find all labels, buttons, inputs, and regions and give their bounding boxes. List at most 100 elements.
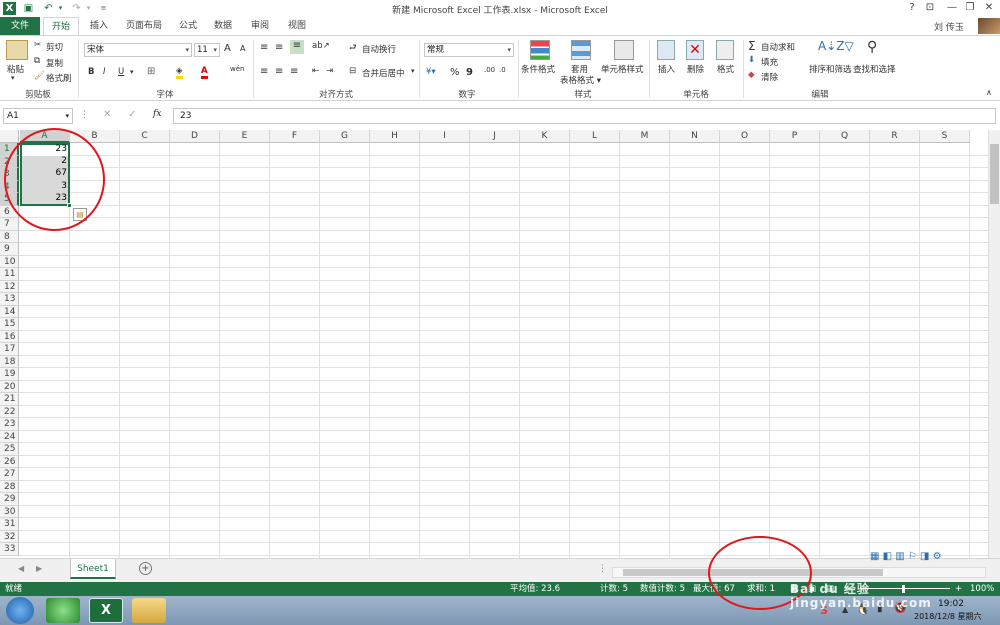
row-header-16[interactable]: 16 xyxy=(0,330,19,343)
font-size-combo[interactable]: 11 ▾ xyxy=(194,43,220,57)
row-header-26[interactable]: 26 xyxy=(0,455,19,468)
row-header-30[interactable]: 30 xyxy=(0,505,19,518)
merge-center-button[interactable]: 合并后居中 xyxy=(362,67,405,79)
worksheet-grid[interactable]: A B C D E F G H I J K L M N O P Q R S 1 2 3 4 5 6 7 8 9 10 11 12 13 14 15… xyxy=(0,130,988,558)
row-header-17[interactable]: 17 xyxy=(0,343,19,356)
select-all-corner[interactable] xyxy=(0,130,19,143)
column-header-l[interactable]: L xyxy=(570,130,620,143)
zoom-level[interactable]: 100% xyxy=(970,582,994,596)
column-header-i[interactable]: I xyxy=(420,130,470,143)
minimize-button[interactable]: — xyxy=(943,1,961,15)
underline-button[interactable]: U xyxy=(118,67,124,77)
insert-cells-icon[interactable] xyxy=(657,40,675,60)
restore-button[interactable]: ❐ xyxy=(961,1,979,15)
row-header-15[interactable]: 15 xyxy=(0,318,19,331)
comma-style-button[interactable]: 9 xyxy=(466,67,473,78)
paste-button[interactable]: 粘贴 xyxy=(7,63,24,75)
format-cells-icon[interactable] xyxy=(716,40,734,60)
column-header-j[interactable]: J xyxy=(470,130,520,143)
avatar[interactable] xyxy=(978,18,1000,34)
tab-file[interactable]: 文件 xyxy=(0,17,40,35)
collapse-ribbon-icon[interactable]: ∧ xyxy=(986,88,992,97)
copy-button[interactable]: 复制 xyxy=(46,57,63,69)
cut-button[interactable]: 剪切 xyxy=(46,41,63,53)
delete-cells-button[interactable]: 删除 xyxy=(687,63,704,75)
add-sheet-icon[interactable]: + xyxy=(139,562,152,575)
percent-button[interactable]: % xyxy=(450,67,460,78)
cell-styles-button[interactable]: 单元格样式 xyxy=(601,63,644,75)
merge-dropdown-icon[interactable]: ▾ xyxy=(411,67,415,75)
insert-function-button[interactable]: fx xyxy=(153,109,161,119)
align-right-icon[interactable]: ≡ xyxy=(290,66,298,77)
column-header-h[interactable]: H xyxy=(370,130,420,143)
number-format-combo[interactable]: 常规 ▾ xyxy=(424,43,514,57)
column-header-m[interactable]: M xyxy=(620,130,670,143)
fill-button[interactable]: 填充 xyxy=(761,56,778,68)
row-header-12[interactable]: 12 xyxy=(0,280,19,293)
font-color-icon[interactable]: A xyxy=(201,66,208,79)
column-header-c[interactable]: C xyxy=(120,130,170,143)
fill-color-icon[interactable]: ◈ xyxy=(176,66,183,79)
column-header-n[interactable]: N xyxy=(670,130,720,143)
insert-cells-button[interactable]: 插入 xyxy=(658,63,675,75)
row-header-14[interactable]: 14 xyxy=(0,305,19,318)
row-header-19[interactable]: 19 xyxy=(0,368,19,381)
delete-cells-icon[interactable]: ✕ xyxy=(686,40,704,60)
row-header-25[interactable]: 25 xyxy=(0,443,19,456)
align-middle-icon[interactable]: ≡ xyxy=(275,42,283,53)
align-bottom-icon[interactable]: ≡ xyxy=(290,40,304,54)
conditional-format-icon[interactable] xyxy=(530,40,550,60)
row-header-9[interactable]: 9 xyxy=(0,243,19,256)
close-button[interactable]: ✕ xyxy=(980,1,998,15)
font-name-combo[interactable]: 宋体 ▾ xyxy=(84,43,192,57)
name-box[interactable]: A1 ▾ xyxy=(3,108,73,124)
splitter-icon[interactable]: ⋮ xyxy=(598,564,607,574)
row-header-28[interactable]: 28 xyxy=(0,480,19,493)
cancel-icon[interactable]: ✕ xyxy=(103,109,111,120)
help-button[interactable]: ? xyxy=(903,1,921,15)
formula-input[interactable]: 23 xyxy=(173,108,996,124)
bold-button[interactable]: B xyxy=(88,67,94,77)
shrink-font-button[interactable]: A xyxy=(240,44,245,53)
vertical-scroll-thumb[interactable] xyxy=(990,144,999,204)
row-header-10[interactable]: 10 xyxy=(0,255,19,268)
autosum-button[interactable]: 自动求和 xyxy=(761,41,795,53)
clock-date[interactable]: 2018/12/8 星期六 xyxy=(914,611,982,622)
decrease-indent-icon[interactable]: ⇤ xyxy=(312,66,319,76)
clear-button[interactable]: 清除 xyxy=(761,71,778,83)
column-header-s[interactable]: S xyxy=(920,130,970,143)
vertical-scrollbar[interactable] xyxy=(988,130,1000,558)
underline-dropdown-icon[interactable]: ▾ xyxy=(130,68,134,76)
format-as-table-button-line2[interactable]: 表格格式 ▾ xyxy=(560,74,601,86)
paste-icon[interactable] xyxy=(6,40,28,60)
conditional-format-button[interactable]: 条件格式 xyxy=(521,63,555,75)
row-header-23[interactable]: 23 xyxy=(0,418,19,431)
row-header-18[interactable]: 18 xyxy=(0,355,19,368)
binoculars-icon[interactable]: ⚲ xyxy=(867,39,877,55)
tab-formulas[interactable]: 公式 xyxy=(172,17,204,35)
column-header-r[interactable]: R xyxy=(870,130,920,143)
file-explorer-icon[interactable] xyxy=(132,598,166,623)
column-header-e[interactable]: E xyxy=(220,130,270,143)
row-header-7[interactable]: 7 xyxy=(0,218,19,231)
format-as-table-icon[interactable] xyxy=(571,40,591,60)
row-header-27[interactable]: 27 xyxy=(0,468,19,481)
row-header-31[interactable]: 31 xyxy=(0,518,19,531)
status-numeric-count[interactable]: 数值计数: 5 xyxy=(640,582,685,596)
tab-data[interactable]: 数据 xyxy=(207,17,239,35)
user-name[interactable]: 刘 传玉 xyxy=(934,20,964,33)
row-header-8[interactable]: 8 xyxy=(0,230,19,243)
row-header-22[interactable]: 22 xyxy=(0,405,19,418)
row-header-21[interactable]: 21 xyxy=(0,393,19,406)
italic-button[interactable]: I xyxy=(103,67,106,77)
column-header-o[interactable]: O xyxy=(720,130,770,143)
format-cells-button[interactable]: 格式 xyxy=(717,63,734,75)
borders-icon[interactable]: ⊞ xyxy=(147,66,155,77)
column-header-k[interactable]: K xyxy=(520,130,570,143)
excel-taskbar-icon[interactable]: X xyxy=(89,598,123,623)
currency-icon[interactable]: ¥▾ xyxy=(426,67,436,77)
row-header-33[interactable]: 33 xyxy=(0,543,19,556)
tab-review[interactable]: 审阅 xyxy=(244,17,276,35)
row-header-13[interactable]: 13 xyxy=(0,293,19,306)
tab-home[interactable]: 开始 xyxy=(43,17,79,35)
